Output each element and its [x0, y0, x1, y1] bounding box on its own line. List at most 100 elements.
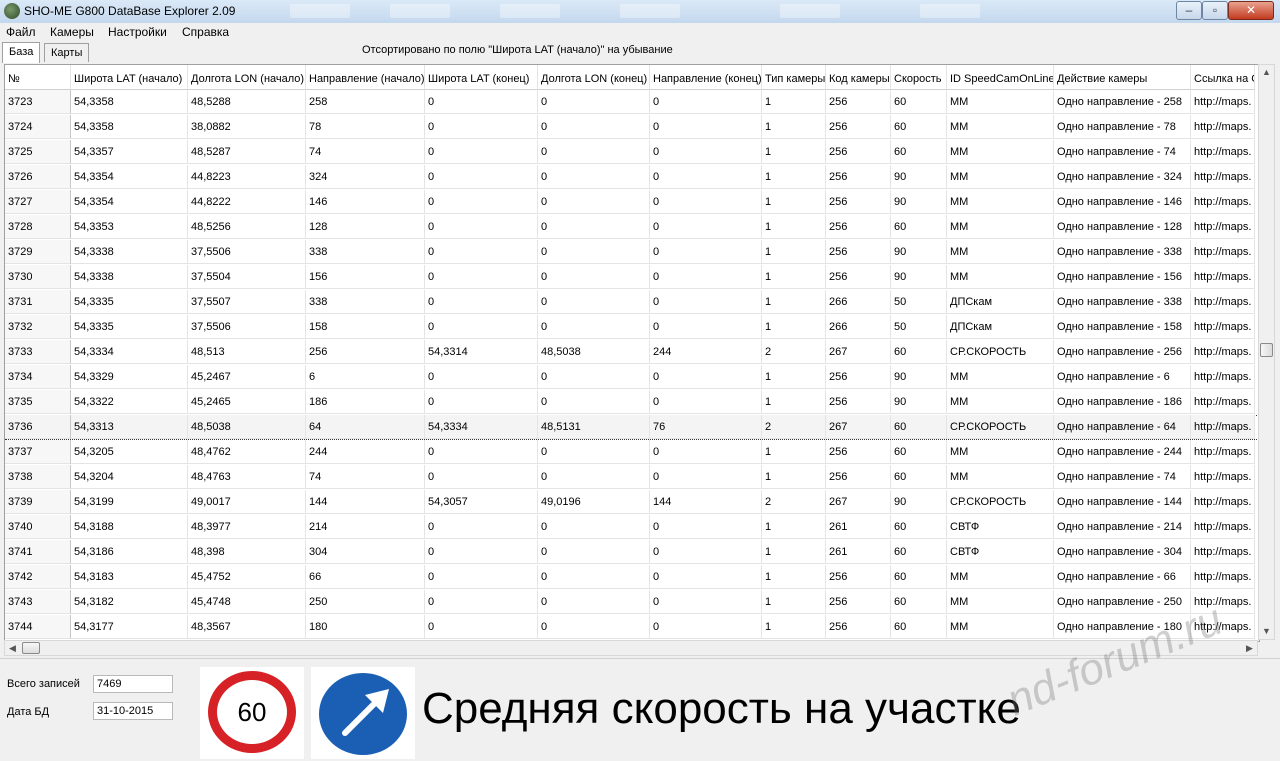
col-dir-start-cell[interactable]: 146	[306, 190, 425, 214]
col-number-cell[interactable]: 3731	[5, 290, 71, 314]
col-lat-start-cell[interactable]: 54,3204	[71, 465, 188, 489]
col-lon-end-cell[interactable]: 0	[538, 315, 650, 339]
col-dir-start-cell[interactable]: 180	[306, 615, 425, 639]
col-lat-start-cell[interactable]: 54,3335	[71, 315, 188, 339]
table-row[interactable]: 3740 54,3188 48,3977 214 0 0 0 1 261 60 СВТФ Одно н…	[5, 515, 1259, 540]
col-lon-end-cell[interactable]: 0	[538, 440, 650, 464]
col-google-link-cell[interactable]: http://maps.	[1191, 165, 1255, 189]
table-row[interactable]: 3730 54,3338 37,5504 156 0 0 0 1 256 90 MM Одно нап…	[5, 265, 1259, 290]
col-speed-cell[interactable]: 60	[891, 615, 947, 639]
maximize-button[interactable]: ▫	[1202, 1, 1228, 20]
col-number-cell[interactable]: 3737	[5, 440, 71, 464]
col-speedcam-id-cell[interactable]: MM	[947, 590, 1054, 614]
col-google-link-cell[interactable]: http://maps.	[1191, 240, 1255, 264]
col-camera-code-cell[interactable]: 266	[826, 290, 891, 314]
col-number-cell[interactable]: 3725	[5, 140, 71, 164]
col-dir-end-cell[interactable]: 0	[650, 440, 762, 464]
col-lat-start-cell[interactable]: 54,3358	[71, 90, 188, 114]
vertical-scrollbar[interactable]: ▲ ▼	[1258, 64, 1275, 640]
col-camera-action-cell[interactable]: Одно направление - 338	[1054, 290, 1191, 314]
col-camera-action-cell[interactable]: Одно направление - 78	[1054, 115, 1191, 139]
col-dir-start-cell[interactable]: 256	[306, 340, 425, 364]
col-speedcam-id-cell[interactable]: MM	[947, 190, 1054, 214]
col-speedcam-id-cell[interactable]: СР.СКОРОСТЬ	[947, 415, 1054, 439]
scroll-up-icon[interactable]: ▲	[1259, 65, 1274, 80]
tab-database[interactable]: База	[2, 42, 40, 63]
col-lat-end-cell[interactable]: 0	[425, 240, 538, 264]
data-grid[interactable]: № Широта LAT (начало) Долгота LON (начало)…	[4, 64, 1260, 642]
table-row[interactable]: 3732 54,3335 37,5506 158 0 0 0 1 266 50 ДПСкам Одно…	[5, 315, 1259, 340]
col-dir-end-cell[interactable]: 244	[650, 340, 762, 364]
col-camera-action-cell[interactable]: Одно направление - 6	[1054, 365, 1191, 389]
col-number-cell[interactable]: 3728	[5, 215, 71, 239]
col-number-cell[interactable]: 3739	[5, 490, 71, 514]
col-lat-start-cell[interactable]: 54,3182	[71, 590, 188, 614]
tab-maps[interactable]: Карты	[44, 43, 89, 62]
col-camera-type-cell[interactable]: 2	[762, 490, 826, 514]
table-row[interactable]: 3724 54,3358 38,0882 78 0 0 0 1 256 60 MM Одно напр…	[5, 115, 1259, 140]
col-speed-cell[interactable]: 90	[891, 190, 947, 214]
col-dir-end-cell[interactable]: 0	[650, 190, 762, 214]
col-camera-code-cell[interactable]: 256	[826, 390, 891, 414]
header-col-lon-end[interactable]: Долгота LON (конец)	[538, 65, 650, 90]
col-camera-action-cell[interactable]: Одно направление - 66	[1054, 565, 1191, 589]
col-number-cell[interactable]: 3723	[5, 90, 71, 114]
col-lon-end-cell[interactable]: 49,0196	[538, 490, 650, 514]
table-row[interactable]: 3729 54,3338 37,5506 338 0 0 0 1 256 90 MM Одно нап…	[5, 240, 1259, 265]
header-col-speedcam-id[interactable]: ID SpeedCamOnLine	[947, 65, 1054, 90]
col-camera-type-cell[interactable]: 1	[762, 590, 826, 614]
col-lat-end-cell[interactable]: 54,3057	[425, 490, 538, 514]
col-camera-type-cell[interactable]: 1	[762, 540, 826, 564]
col-camera-action-cell[interactable]: Одно направление - 146	[1054, 190, 1191, 214]
col-lon-start-cell[interactable]: 37,5506	[188, 315, 306, 339]
header-col-dir-start[interactable]: Направление (начало)	[306, 65, 425, 90]
col-google-link-cell[interactable]: http://maps.	[1191, 190, 1255, 214]
col-lat-start-cell[interactable]: 54,3186	[71, 540, 188, 564]
col-camera-code-cell[interactable]: 267	[826, 415, 891, 439]
col-speedcam-id-cell[interactable]: MM	[947, 240, 1054, 264]
col-camera-action-cell[interactable]: Одно направление - 256	[1054, 340, 1191, 364]
col-speed-cell[interactable]: 60	[891, 590, 947, 614]
col-lat-end-cell[interactable]: 54,3314	[425, 340, 538, 364]
col-lon-end-cell[interactable]: 48,5038	[538, 340, 650, 364]
col-lat-start-cell[interactable]: 54,3188	[71, 515, 188, 539]
col-lat-start-cell[interactable]: 54,3353	[71, 215, 188, 239]
col-lon-end-cell[interactable]: 0	[538, 365, 650, 389]
header-col-lat-start[interactable]: Широта LAT (начало)	[71, 65, 188, 90]
col-lon-end-cell[interactable]: 0	[538, 215, 650, 239]
col-lon-end-cell[interactable]: 0	[538, 240, 650, 264]
col-camera-action-cell[interactable]: Одно направление - 156	[1054, 265, 1191, 289]
col-lat-start-cell[interactable]: 54,3335	[71, 290, 188, 314]
header-col-camera-code[interactable]: Код камеры	[826, 65, 891, 90]
col-speedcam-id-cell[interactable]: MM	[947, 265, 1054, 289]
col-camera-code-cell[interactable]: 261	[826, 515, 891, 539]
table-row[interactable]: 3743 54,3182 45,4748 250 0 0 0 1 256 60 MM Одно нап…	[5, 590, 1259, 615]
col-speed-cell[interactable]: 60	[891, 140, 947, 164]
col-speedcam-id-cell[interactable]: MM	[947, 440, 1054, 464]
col-dir-end-cell[interactable]: 76	[650, 415, 762, 439]
col-camera-code-cell[interactable]: 256	[826, 190, 891, 214]
col-google-link-cell[interactable]: http://maps.	[1191, 415, 1255, 439]
col-lat-start-cell[interactable]: 54,3322	[71, 390, 188, 414]
col-dir-end-cell[interactable]: 0	[650, 565, 762, 589]
menu-cameras[interactable]: Камеры	[50, 25, 94, 39]
col-dir-start-cell[interactable]: 214	[306, 515, 425, 539]
col-speedcam-id-cell[interactable]: MM	[947, 615, 1054, 639]
col-speed-cell[interactable]: 60	[891, 515, 947, 539]
col-lon-end-cell[interactable]: 0	[538, 615, 650, 639]
col-camera-type-cell[interactable]: 1	[762, 240, 826, 264]
header-col-lon-start[interactable]: Долгота LON (начало)	[188, 65, 306, 90]
col-lon-start-cell[interactable]: 44,8222	[188, 190, 306, 214]
col-camera-action-cell[interactable]: Одно направление - 244	[1054, 440, 1191, 464]
col-camera-action-cell[interactable]: Одно направление - 158	[1054, 315, 1191, 339]
col-camera-action-cell[interactable]: Одно направление - 258	[1054, 90, 1191, 114]
col-camera-code-cell[interactable]: 256	[826, 240, 891, 264]
col-speedcam-id-cell[interactable]: MM	[947, 165, 1054, 189]
col-lat-start-cell[interactable]: 54,3338	[71, 240, 188, 264]
col-dir-start-cell[interactable]: 258	[306, 90, 425, 114]
col-speed-cell[interactable]: 60	[891, 115, 947, 139]
col-dir-start-cell[interactable]: 250	[306, 590, 425, 614]
table-row[interactable]: 3737 54,3205 48,4762 244 0 0 0 1 256 60 MM Одно нап…	[5, 440, 1259, 465]
col-speed-cell[interactable]: 60	[891, 90, 947, 114]
col-camera-action-cell[interactable]: Одно направление - 128	[1054, 215, 1191, 239]
